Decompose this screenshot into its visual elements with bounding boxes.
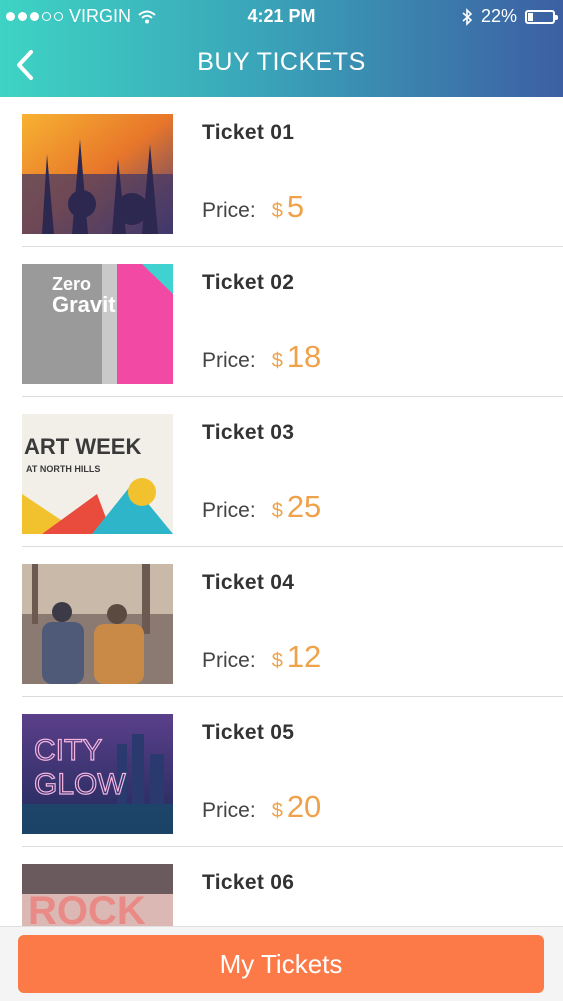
ticket-image-city-glow: CITY GLOW (22, 714, 173, 834)
ticket-name: Ticket 06 (202, 871, 295, 894)
bluetooth-icon (462, 7, 473, 26)
nav-bar: BUY TICKETS (0, 40, 563, 90)
ticket-name: Ticket 03 (202, 421, 295, 444)
ticket-name: Ticket 01 (202, 121, 295, 144)
currency-symbol: $ (271, 500, 283, 522)
ticket-row[interactable]: Ticket 04 Price: $ 12 (0, 547, 563, 697)
thumb-text: Gravit (52, 292, 116, 317)
ticket-row[interactable]: Zero Gravit Ticket 02 Price: $ 18 (0, 247, 563, 397)
ticket-price: Price: $ 25 (202, 489, 321, 525)
status-bar: VIRGIN 4:21 PM 22% (0, 0, 563, 32)
ticket-image-rock: ROCK (22, 864, 173, 927)
price-label: Price: (202, 799, 256, 822)
thumb-text: ART WEEK (24, 434, 141, 459)
ticket-row[interactable]: Ticket 01 Price: $ 5 (0, 97, 563, 247)
my-tickets-button[interactable]: My Tickets (18, 935, 544, 993)
battery-percent: 22% (480, 6, 517, 26)
thumb-text: GLOW (34, 768, 126, 801)
price-amount: 20 (286, 789, 322, 824)
price-label: Price: (202, 649, 256, 672)
price-amount: 18 (286, 339, 322, 374)
price-amount: 25 (286, 489, 322, 524)
thumb-text: AT NORTH HILLS (26, 464, 100, 474)
thumb-text: Zero (52, 274, 91, 294)
ticket-row[interactable]: ART WEEK AT NORTH HILLS Ticket 03 Price:… (0, 397, 563, 547)
status-right: 22% (461, 6, 558, 27)
ticket-price: Price: $ 18 (202, 339, 321, 375)
price-label: Price: (202, 499, 256, 522)
currency-symbol: $ (271, 800, 283, 822)
currency-symbol: $ (271, 650, 283, 672)
thumb-text: ROCK (28, 889, 146, 927)
currency-symbol: $ (271, 350, 283, 372)
ticket-image-art-week: ART WEEK AT NORTH HILLS (22, 414, 173, 534)
ticket-row[interactable]: CITY GLOW Ticket 05 Price: $ 20 (0, 697, 563, 847)
price-label: Price: (202, 199, 256, 222)
ticket-image-street (22, 564, 173, 684)
ticket-name: Ticket 04 (202, 571, 295, 594)
bottom-bar: My Tickets (0, 926, 563, 1001)
currency-symbol: $ (271, 200, 283, 222)
ticket-price: Price: $ 20 (202, 789, 321, 825)
ticket-name: Ticket 02 (202, 271, 295, 294)
ticket-list: Ticket 01 Price: $ 5 Zero Gravit Ticket … (0, 97, 563, 927)
thumb-text: CITY (34, 734, 102, 767)
ticket-image-zero-gravity: Zero Gravit (22, 264, 173, 384)
price-amount: 12 (286, 639, 322, 674)
app-header: VIRGIN 4:21 PM 22% BUY TICKETS (0, 0, 563, 97)
ticket-row[interactable]: ROCK Ticket 06 (0, 847, 563, 927)
ticket-image-concert (22, 114, 173, 234)
ticket-price: Price: $ 12 (202, 639, 321, 675)
ticket-name: Ticket 05 (202, 721, 295, 744)
price-label: Price: (202, 349, 256, 372)
page-title: BUY TICKETS (197, 48, 366, 76)
battery-icon (525, 9, 558, 24)
ticket-price: Price: $ 5 (202, 189, 304, 225)
price-amount: 5 (286, 189, 305, 224)
